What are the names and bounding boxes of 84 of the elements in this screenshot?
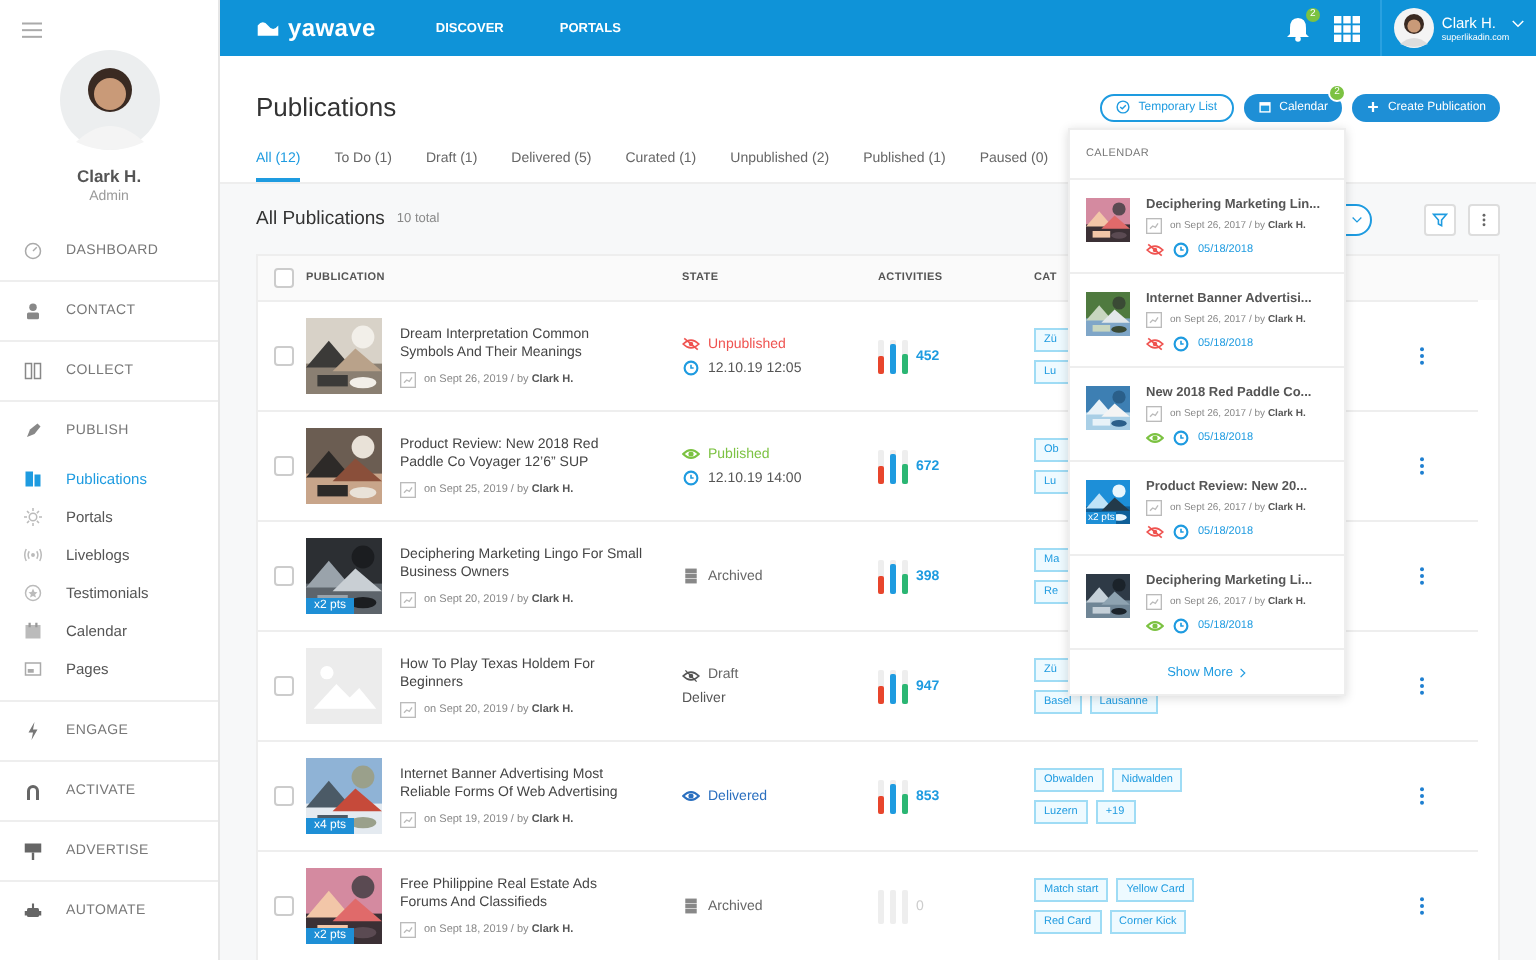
hidden-eye-icon [682,667,700,683]
apps-grid-icon[interactable] [1333,15,1360,41]
more-icon [1418,676,1426,696]
checkbox[interactable] [274,456,294,476]
more-button[interactable] [1468,203,1500,235]
broadcast-icon [24,546,42,564]
activity-meter [878,559,884,593]
activity-meter [902,779,908,813]
activity-meter [890,779,896,813]
logo[interactable]: yawave [256,14,376,42]
more-icon [1418,896,1426,916]
filter-button[interactable] [1424,203,1456,235]
clock-icon [1172,618,1190,634]
lightning-icon [24,722,42,740]
hidden-eye-icon [1146,524,1164,540]
filter-icon [1432,211,1448,227]
menu-icon[interactable] [22,22,42,38]
clock-icon [682,470,700,486]
hidden-eye-icon [1146,242,1164,258]
row-menu-button[interactable] [1418,564,1430,588]
checkbox[interactable] [274,676,294,696]
chevron-down-icon[interactable] [1512,19,1524,27]
clock-icon [1172,242,1190,258]
more-icon [1418,786,1426,806]
clock-icon [1172,336,1190,352]
check-circle-icon [1116,100,1131,114]
person-icon [24,302,42,320]
activity-meter [902,339,908,373]
activity-meter [890,559,896,593]
activity-meter [902,669,908,703]
eye-icon [682,446,700,462]
hidden-eye-icon [1146,336,1164,352]
row-menu-button[interactable] [1418,894,1430,918]
row-menu-button[interactable] [1418,674,1430,698]
checkbox[interactable] [274,566,294,586]
star-icon [24,584,42,602]
checkbox[interactable] [274,268,294,288]
layout-icon [24,660,42,678]
more-icon [1418,456,1426,476]
activity-meter [878,669,884,703]
chevron-right-icon [1240,667,1247,677]
billboard-icon [24,842,42,860]
activity-meter [902,559,908,593]
activity-meter [878,449,884,483]
eye-icon [682,788,700,804]
archive-icon [682,568,700,584]
row-menu-button[interactable] [1418,454,1430,478]
user-name: Clark H. [76,166,142,186]
checkbox[interactable] [274,896,294,916]
clock-icon [682,360,700,376]
more-icon [1418,566,1426,586]
wave-icon [256,17,280,39]
row-menu-button[interactable] [1418,344,1430,368]
bell-icon[interactable] [1285,15,1310,41]
activity-meter [890,449,896,483]
activity-meter [890,339,896,373]
avatar[interactable] [1393,8,1434,48]
plus-icon [1365,100,1380,114]
columns-icon [24,362,42,380]
more-icon [1418,346,1426,366]
clock-icon [1172,524,1190,540]
clock-icon [1172,430,1190,446]
magnet-icon [24,782,42,800]
section-title: All Publications [256,208,385,230]
eye-icon [1146,618,1164,634]
calendar-icon [1257,100,1272,114]
checkbox[interactable] [274,346,294,366]
chevron-down-icon [1352,215,1362,223]
calendar-icon [24,622,42,640]
pen-icon [24,422,42,440]
activity-meter [890,669,896,703]
activity-meter [878,779,884,813]
gauge-icon [24,241,42,259]
page-title: Publications [256,92,397,122]
activity-meter [878,339,884,373]
row-menu-button[interactable] [1418,784,1430,808]
hidden-eye-icon [682,336,700,352]
sun-icon [24,508,42,526]
robot-icon [24,902,42,920]
avatar [59,50,159,150]
archive-icon [682,898,700,914]
eye-icon [1146,430,1164,446]
checkbox[interactable] [274,786,294,806]
activity-meter [902,449,908,483]
